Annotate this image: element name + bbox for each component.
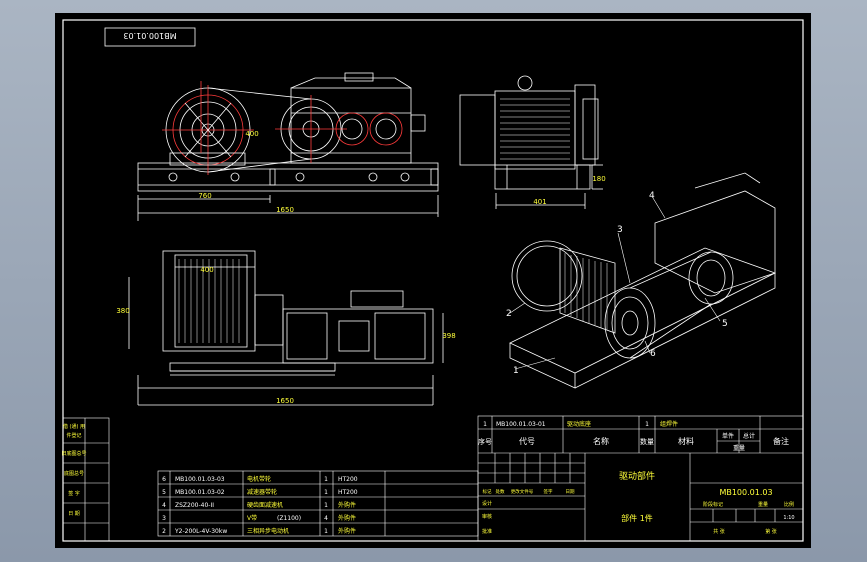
label-stage: 阶段标记 — [703, 501, 723, 508]
label-weight: 重量 — [758, 501, 768, 508]
dim-side-width: 401 — [533, 198, 546, 206]
svg-text:三相异步电动机: 三相异步电动机 — [247, 527, 289, 535]
svg-text:签字: 签字 — [544, 488, 553, 495]
svg-text:MB100.01.03-02: MB100.01.03-02 — [175, 489, 225, 496]
svg-text:日期: 日期 — [566, 489, 575, 495]
svg-text:1: 1 — [645, 421, 649, 428]
rotated-number-box: MB100.01.03 — [104, 27, 196, 47]
strip-label-5: 日 期 — [68, 511, 80, 517]
svg-text:1: 1 — [324, 489, 328, 496]
svg-text:(Z1100): (Z1100) — [277, 515, 301, 522]
parts-row-1: 1 MB100.01.03-01 驱动底座 1 组焊件 — [483, 420, 678, 428]
svg-text:2: 2 — [162, 528, 166, 535]
label-sheet-of: 第 张 — [765, 528, 777, 535]
drawing-border — [62, 19, 804, 542]
svg-text:组焊件: 组焊件 — [660, 420, 678, 428]
dim-front-height: 400 — [245, 130, 258, 138]
parts-header: 序号 代号 名称 数量 材料 单件 总计 重量 备注 — [478, 432, 789, 452]
label-sheets: 共 张 — [713, 528, 725, 535]
svg-text:Y2-200L-4V-30kw: Y2-200L-4V-30kw — [174, 528, 227, 535]
strip-label-4: 签 字 — [68, 490, 80, 497]
svg-text:名称: 名称 — [593, 436, 609, 446]
svg-text:备注: 备注 — [773, 436, 789, 446]
strip-label-1: 件登记 — [66, 432, 81, 439]
svg-text:数量: 数量 — [640, 437, 654, 446]
dim-top-right: 398 — [442, 332, 455, 340]
svg-text:6: 6 — [162, 476, 166, 483]
svg-text:ZSZ200-40-II: ZSZ200-40-II — [175, 502, 214, 509]
svg-text:V带: V带 — [247, 514, 257, 522]
svg-text:更改文件号: 更改文件号 — [511, 488, 534, 495]
strip-label-0: 借 (通) 用 — [63, 423, 85, 430]
parts-row-4: 4 ZSZ200-40-II 硬齿面减速机 1 外购件 — [162, 501, 356, 509]
balloon-4: 4 — [649, 191, 655, 201]
svg-text:硬齿面减速机: 硬齿面减速机 — [247, 501, 283, 509]
rotated-drawing-number: MB100.01.03 — [123, 31, 176, 40]
svg-text:标记: 标记 — [483, 488, 492, 495]
svg-text:1: 1 — [483, 421, 487, 428]
drawing-canvas: MB100.01.03 760 1650 400 401 180 400 165… — [61, 19, 804, 542]
balloon-1: 1 — [513, 366, 519, 376]
top-view — [128, 250, 444, 406]
title-drawing-no: MB100.01.03 — [719, 488, 772, 497]
parts-row-6: 6 MB100.01.03-03 电机带轮 1 HT200 — [162, 475, 358, 483]
svg-text:HT200: HT200 — [338, 489, 358, 496]
svg-text:代号: 代号 — [519, 436, 535, 446]
dim-top-left: 380 — [116, 307, 129, 315]
balloon-2: 2 — [506, 309, 512, 319]
title-name: 驱动部件 — [619, 470, 655, 482]
strip-label-2: 旧底图总号 — [61, 450, 86, 457]
label-scale: 比例 — [784, 501, 794, 508]
label-check: 审核 — [482, 513, 492, 520]
svg-text:5: 5 — [162, 489, 166, 496]
balloon-3: 3 — [617, 225, 623, 235]
parts-row-5: 5 MB100.01.03-02 减速器带轮 1 HT200 — [162, 488, 358, 496]
balloon-6: 6 — [650, 349, 656, 359]
dim-front-length-a: 760 — [198, 192, 211, 200]
dim-side-height: 180 — [592, 175, 605, 183]
parts-row-3: 3 V带 (Z1100) 4 外购件 — [162, 514, 356, 522]
strip-label-3: 底图总号 — [64, 470, 84, 477]
svg-text:1: 1 — [324, 528, 328, 535]
svg-text:4: 4 — [162, 502, 166, 509]
svg-text:3: 3 — [162, 515, 166, 522]
svg-text:总计: 总计 — [743, 432, 755, 440]
label-design: 设计 — [482, 500, 492, 507]
rev-labels: 标记 处数 更改文件号 签字 日期 — [483, 488, 575, 495]
title-count: 部件 1件 — [621, 513, 653, 523]
svg-text:驱动底座: 驱动底座 — [567, 420, 591, 428]
svg-text:单件: 单件 — [722, 432, 734, 440]
svg-text:减速器带轮: 减速器带轮 — [247, 488, 277, 496]
drawing-sheet: MB100.01.03 760 1650 400 401 180 400 165… — [55, 13, 811, 548]
dim-top-motor: 400 — [200, 266, 213, 274]
svg-text:材料: 材料 — [678, 436, 694, 446]
svg-text:重量: 重量 — [733, 444, 745, 452]
svg-text:1: 1 — [324, 476, 328, 483]
svg-text:MB100.01.03-01: MB100.01.03-01 — [496, 421, 546, 428]
svg-text:处数: 处数 — [496, 488, 505, 495]
svg-text:4: 4 — [324, 515, 328, 522]
front-view — [137, 72, 439, 221]
svg-text:电机带轮: 电机带轮 — [247, 475, 271, 483]
svg-text:HT200: HT200 — [338, 476, 358, 483]
dim-front-length-b: 1650 — [276, 206, 294, 214]
svg-text:外购件: 外购件 — [338, 527, 356, 535]
scale-value: 1:10 — [783, 515, 794, 521]
svg-text:外购件: 外购件 — [338, 514, 356, 522]
dim-top-length: 1650 — [276, 397, 294, 405]
svg-text:1: 1 — [324, 502, 328, 509]
svg-text:外购件: 外购件 — [338, 501, 356, 509]
cad-viewport[interactable]: MB100.01.03 760 1650 400 401 180 400 165… — [0, 0, 867, 562]
svg-text:MB100.01.03-03: MB100.01.03-03 — [175, 476, 225, 483]
label-approve: 批准 — [482, 528, 492, 535]
balloon-5: 5 — [722, 319, 728, 329]
svg-text:序号: 序号 — [478, 437, 492, 446]
side-view — [459, 75, 603, 209]
parts-row-2: 2 Y2-200L-4V-30kw 三相异步电动机 1 外购件 — [162, 527, 356, 535]
